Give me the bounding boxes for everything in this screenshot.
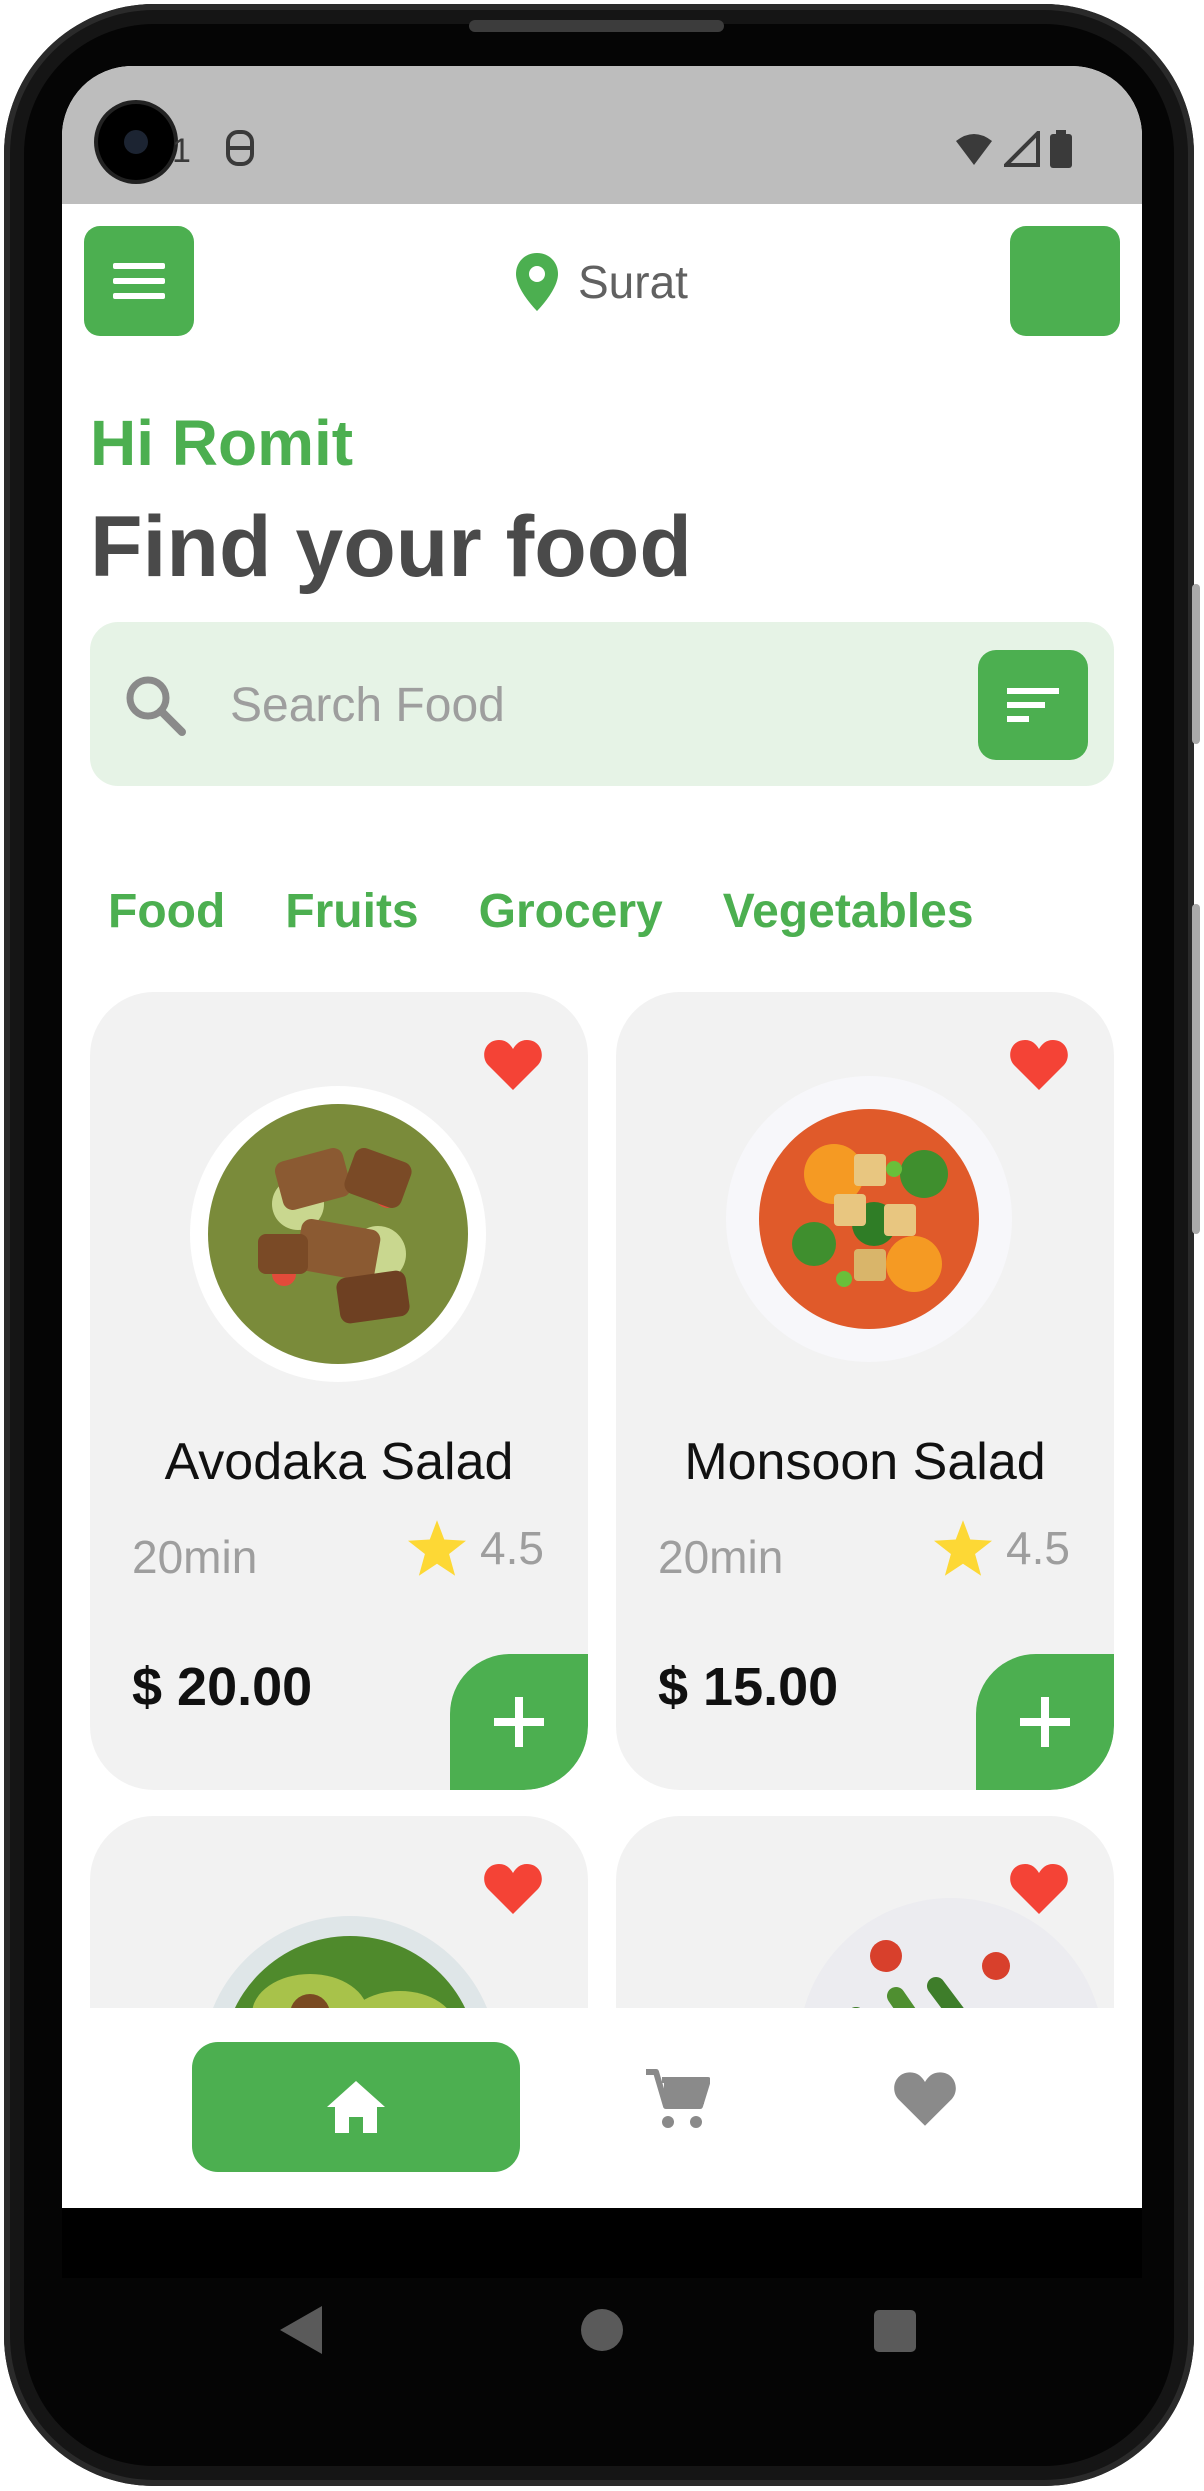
food-image <box>726 1076 1012 1362</box>
greeting-text: Hi Romit <box>90 407 354 479</box>
heart-icon[interactable] <box>894 2070 956 2126</box>
location-city: Surat <box>578 256 688 308</box>
product-time: 20min <box>132 1531 258 1583</box>
volume-button <box>1192 584 1200 744</box>
menu-button[interactable] <box>84 226 194 336</box>
rating-value: 4.5 <box>480 1522 544 1574</box>
product-card[interactable]: Avodaka Salad 20min 4.5 $ 20.00 <box>90 992 588 1790</box>
product-price: $ 20.00 <box>132 1657 313 1717</box>
plus-icon <box>494 1697 544 1747</box>
nav-home-button[interactable] <box>192 2042 520 2172</box>
cart-icon[interactable] <box>646 2068 710 2130</box>
product-price: $ 15.00 <box>658 1657 839 1717</box>
star-icon <box>934 1520 993 1576</box>
product-name: Avodaka Salad <box>164 1433 514 1491</box>
search-bar <box>90 622 1114 786</box>
plus-icon <box>1020 1697 1070 1747</box>
recents-icon[interactable] <box>874 2310 916 2352</box>
status-icons <box>954 130 1072 168</box>
location-selector[interactable]: Surat <box>516 252 688 312</box>
notification-icons: 1 <box>172 130 254 170</box>
speaker-grille <box>469 20 724 32</box>
product-time: 20min <box>658 1531 784 1583</box>
status-bar: 1 <box>62 66 1142 204</box>
favorite-heart-icon[interactable] <box>1010 1038 1068 1090</box>
status-notifications: 1 <box>170 128 260 177</box>
category-tabs: Food Fruits Grocery Vegetables <box>108 884 974 939</box>
camera-cutout <box>98 104 174 180</box>
power-button <box>1192 904 1200 1234</box>
category-tab-grocery[interactable]: Grocery <box>479 884 663 939</box>
wifi-icon <box>956 134 992 165</box>
product-rating: 4.5 <box>408 1520 544 1576</box>
category-tab-food[interactable]: Food <box>108 884 225 939</box>
signal-icon <box>1004 131 1040 167</box>
search-input[interactable] <box>228 664 952 746</box>
product-card[interactable]: Monsoon Salad 20min 4.5 $ 15.00 <box>616 992 1114 1790</box>
battery-icon <box>1050 130 1072 168</box>
system-navigation-bar <box>62 2278 1142 2428</box>
add-to-cart-button[interactable] <box>450 1654 588 1790</box>
food-image <box>190 1086 486 1382</box>
favorite-heart-icon[interactable] <box>1010 1862 1068 1914</box>
product-name: Monsoon Salad <box>684 1433 1046 1491</box>
bottom-navigation <box>62 2008 1142 2208</box>
favorite-heart-icon[interactable] <box>484 1862 542 1914</box>
page-title: Find your food <box>90 499 692 595</box>
app-screen: 1 Surat Hi Romit Find your food Search F… <box>62 66 1142 2278</box>
app-bar: Surat <box>62 226 1142 336</box>
filter-button[interactable] <box>978 650 1088 760</box>
add-to-cart-button[interactable] <box>976 1654 1114 1790</box>
profile-button[interactable] <box>1010 226 1120 336</box>
favorite-heart-icon[interactable] <box>484 1038 542 1090</box>
hamburger-icon <box>113 263 165 299</box>
category-tab-fruits[interactable]: Fruits <box>285 884 418 939</box>
location-pin-icon <box>516 253 558 311</box>
rating-value: 4.5 <box>1006 1522 1070 1574</box>
system-nav-strip <box>62 2208 1142 2278</box>
search-icon <box>126 676 186 736</box>
category-tab-vegetables[interactable]: Vegetables <box>723 884 974 939</box>
home-icon <box>327 2081 385 2133</box>
back-icon[interactable] <box>280 2306 324 2354</box>
star-icon <box>408 1520 467 1576</box>
svg-text:1: 1 <box>172 132 191 168</box>
filter-icon <box>1007 688 1059 722</box>
product-rating: 4.5 <box>934 1520 1070 1576</box>
home-circle-icon[interactable] <box>580 2308 624 2352</box>
